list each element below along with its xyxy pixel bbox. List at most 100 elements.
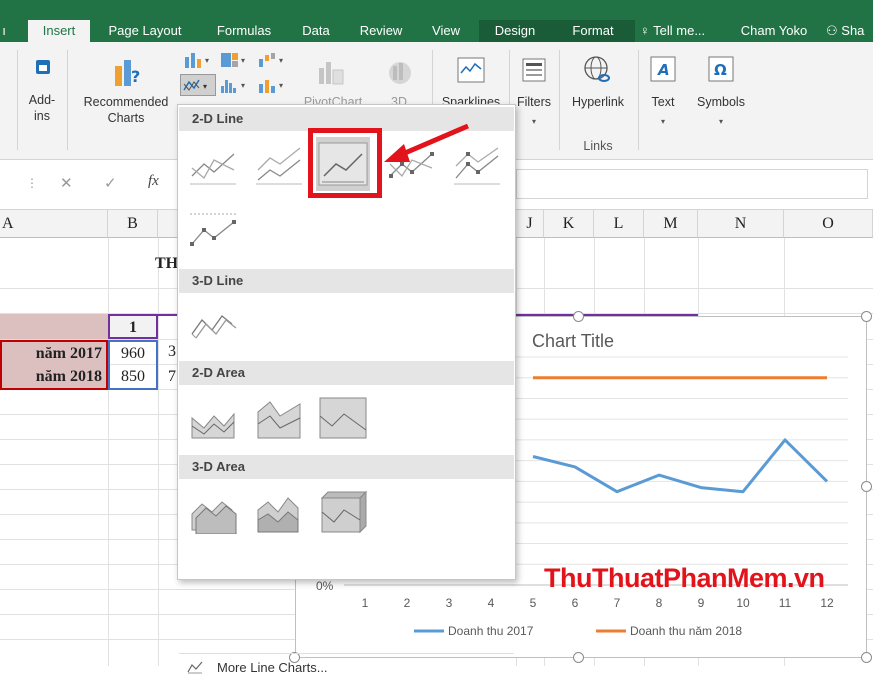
svg-text:▾: ▾ [241,56,245,65]
hyperlink-globe-icon[interactable] [579,52,617,88]
pivotchart-icon[interactable] [312,54,350,92]
enter-check-icon[interactable]: ✓ [104,174,117,192]
legend-label: Doanh thu 2017 [448,624,534,638]
filters-button[interactable]: Filters [512,94,556,110]
y-axis-tick-0: 0% [316,579,334,593]
column-header-o[interactable]: O [784,210,873,238]
tab-overflow[interactable]: ı [0,20,8,42]
tab-page-layout[interactable]: Page Layout [98,20,192,42]
tab-formulas[interactable]: Formulas [204,20,284,42]
line-chart-dropdown[interactable]: ▾ [180,74,216,96]
3d-line-option[interactable] [186,297,240,351]
legend-label: Doanh thu năm 2018 [630,624,742,638]
3d-100-stacked-area-option[interactable] [316,485,370,539]
area-chart-option[interactable] [186,391,240,445]
sparklines-icon[interactable] [454,54,488,86]
svg-text:▾: ▾ [241,81,245,90]
value-2017-next[interactable]: 3 [168,340,176,364]
symbols-button[interactable]: Symbols [690,94,752,110]
cancel-icon[interactable]: ✕ [60,174,73,192]
stacked-line-option[interactable] [252,137,306,191]
x-tick-label: 5 [530,596,537,610]
more-line-charts-link[interactable]: More Line Charts... [179,653,514,681]
sheet-title-cell[interactable]: TH [155,252,178,276]
share-button[interactable]: ⚇ Sha [826,20,873,42]
ribbon-separator [17,50,18,150]
annotation-arrow-icon [384,123,469,162]
section-2d-area: 2-D Area [179,361,514,385]
hierarchy-chart-icon[interactable]: ▾ [218,50,254,70]
3d-map-icon[interactable] [381,54,419,92]
value-2017[interactable]: 960 [108,340,158,365]
tab-data[interactable]: Data [294,20,338,42]
col-line [108,238,109,666]
addins-button[interactable]: Add- ins [24,92,60,124]
omega-icon[interactable]: Ω [706,54,736,84]
header-label-cell[interactable] [0,314,108,339]
100-stacked-area-option[interactable] [316,391,370,445]
x-tick-label: 6 [572,596,579,610]
series-line-1 [532,438,829,494]
svg-text:▾: ▾ [205,56,209,65]
combo-chart-icon[interactable]: ▾ [256,74,292,96]
resize-handle[interactable] [861,311,872,322]
share-label: Sha [841,23,865,38]
value-2018[interactable]: 850 [108,365,158,390]
ribbon-tab-bar: ı Insert Page Layout Formulas Data Revie… [0,0,873,42]
3d-area-option[interactable] [186,485,240,539]
formula-input[interactable] [516,169,868,199]
text-dropdown-caret[interactable]: ▾ [644,114,682,130]
value-2018-next[interactable]: 7 [168,365,176,389]
links-group-label: Links [583,139,613,153]
user-name[interactable]: Cham Yoko [733,20,815,42]
x-tick-label: 3 [446,596,453,610]
svg-text:A: A [657,61,670,79]
recommended-charts-button[interactable]: Recommended Charts [76,94,176,126]
filters-icon[interactable] [517,54,551,86]
column-header-j[interactable]: J [516,210,544,238]
3d-stacked-area-option[interactable] [252,485,306,539]
ribbon-separator [638,50,639,150]
svg-text:Ω: Ω [714,61,727,79]
text-box-icon[interactable]: A [648,54,678,84]
tell-me-search[interactable]: ♀ Tell me... [640,20,728,42]
tab-format[interactable]: Format [551,20,635,42]
column-header-l[interactable]: L [594,210,644,238]
filters-dropdown-caret[interactable]: ▾ [512,114,556,130]
column-header-a[interactable]: A [0,210,108,238]
resize-handle[interactable] [861,652,872,663]
ribbon-separator [67,50,68,150]
column-header-b[interactable]: B [108,210,158,238]
tab-view[interactable]: View [420,20,472,42]
text-button[interactable]: Text [644,94,682,110]
x-tick-label: 9 [698,596,705,610]
symbols-dropdown-caret[interactable]: ▾ [690,114,752,130]
100-stacked-line-markers-option[interactable] [186,203,240,257]
row-label-2018[interactable]: năm 2018 [0,365,108,390]
tab-design[interactable]: Design [479,20,551,42]
person-icon: ⚇ [826,23,838,38]
line-chart-option[interactable] [186,137,240,191]
resize-handle[interactable] [861,481,872,492]
column-header-m[interactable]: M [644,210,698,238]
highlight-box [308,128,382,198]
tab-insert[interactable]: Insert [28,20,90,42]
formula-bar-grip: ⋮ [26,176,38,190]
insert-function-icon[interactable]: fx [148,173,159,190]
hyperlink-button[interactable]: Hyperlink [562,94,634,110]
resize-handle[interactable] [573,311,584,322]
stacked-area-option[interactable] [252,391,306,445]
x-tick-label: 7 [614,596,621,610]
waterfall-chart-icon[interactable]: ▾ [256,50,292,70]
column-header-k[interactable]: K [544,210,594,238]
row-label-2017[interactable]: năm 2017 [0,340,108,365]
tab-review[interactable]: Review [350,20,412,42]
column-chart-icon[interactable]: ▾ [182,50,218,70]
column-header-n[interactable]: N [698,210,784,238]
statistic-chart-icon[interactable]: ▾ [218,74,254,96]
header-month-cell[interactable]: 1 [108,314,158,339]
resize-handle[interactable] [573,652,584,663]
chart-title[interactable]: Chart Title [532,331,614,352]
store-icon[interactable] [30,54,56,80]
recommended-charts-icon[interactable]: ? [108,54,148,92]
